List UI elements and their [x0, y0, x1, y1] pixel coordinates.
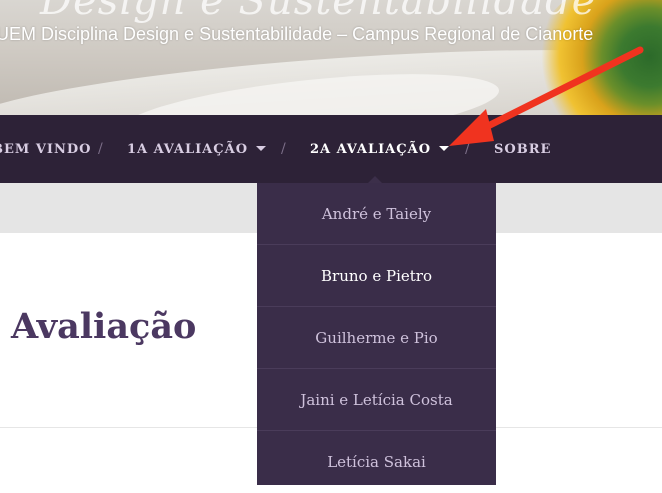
dropdown-item-guilherme-e-pio[interactable]: Guilherme e Pio: [257, 307, 496, 369]
dropdown-menu-2a-avaliacao: André e Taiely Bruno e Pietro Guilherme …: [257, 183, 496, 485]
nav-separator: /: [465, 141, 470, 157]
nav-item-label: BEM VINDO: [0, 142, 92, 157]
page-title: Avaliação: [11, 306, 197, 347]
nav-item-2a-avaliacao[interactable]: 2A AVALIAÇÃO: [310, 115, 450, 183]
nav-item-bem-vindo[interactable]: BEM VINDO: [0, 115, 91, 183]
nav-item-sobre[interactable]: SOBRE: [494, 115, 551, 183]
dropdown-item-leticia-sakai[interactable]: Letícia Sakai: [257, 431, 496, 493]
nav-item-1a-avaliacao[interactable]: 1A AVALIAÇÃO: [127, 115, 267, 183]
nav-item-label: SOBRE: [494, 142, 552, 157]
dropdown-item-jaini-e-leticia-costa[interactable]: Jaini e Letícia Costa: [257, 369, 496, 431]
caret-down-icon: [256, 146, 267, 151]
nav-item-label: 2A AVALIAÇÃO: [310, 142, 432, 157]
nav-separator: /: [281, 141, 286, 157]
dropdown-item-andre-e-taiely[interactable]: André e Taiely: [257, 183, 496, 245]
main-navigation: BEM VINDO / 1A AVALIAÇÃO / 2A AVALIAÇÃO …: [0, 115, 662, 183]
dropdown-item-bruno-e-pietro[interactable]: Bruno e Pietro: [257, 245, 496, 307]
nav-item-label: 1A AVALIAÇÃO: [127, 142, 249, 157]
site-header-banner: Design e Sustentabilidade UEM Disciplina…: [0, 0, 662, 115]
caret-down-icon: [439, 146, 450, 151]
site-tagline: UEM Disciplina Design e Sustentabilidade…: [0, 24, 594, 44]
nav-separator: /: [98, 141, 103, 157]
site-title[interactable]: Design e Sustentabilidade: [40, 0, 596, 24]
